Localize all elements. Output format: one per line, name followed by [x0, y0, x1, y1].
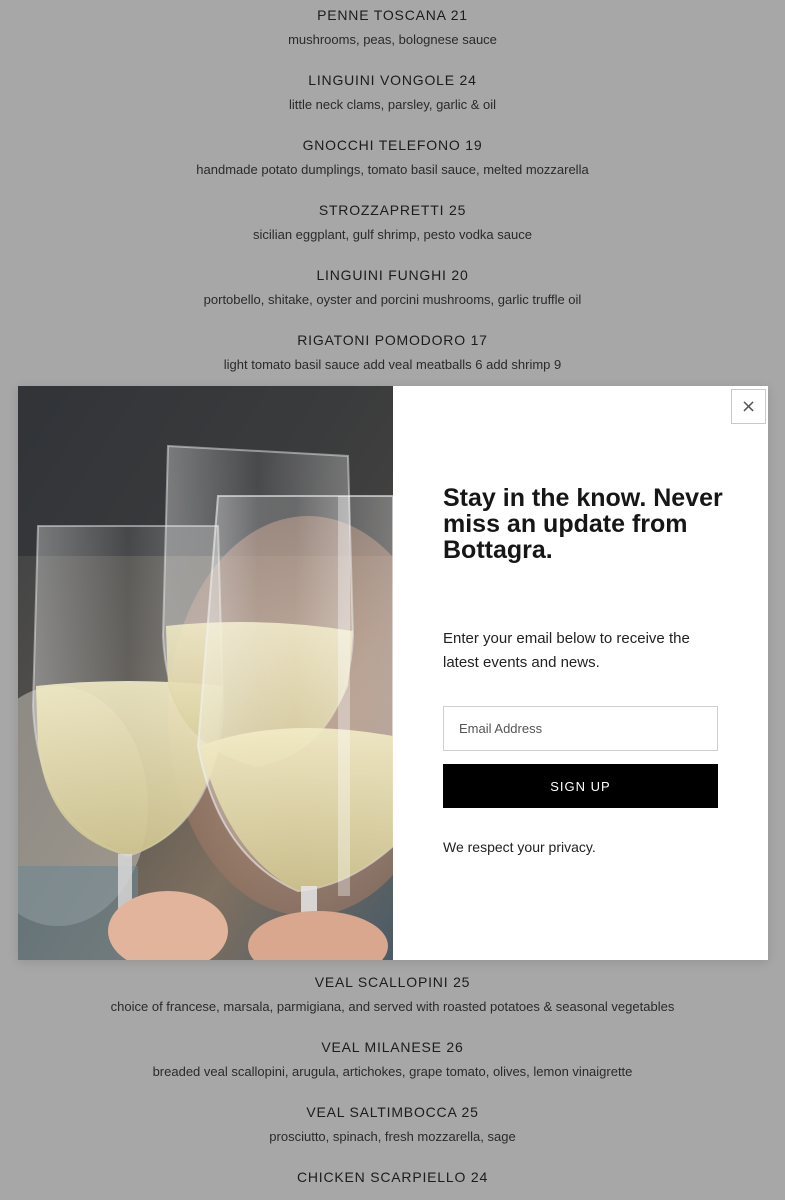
- dish-description: mushrooms, peas, bolognese sauce: [288, 32, 497, 47]
- dish-description: breaded veal scallopini, arugula, artich…: [152, 1064, 633, 1079]
- menu-item-linguini-vongole: LINGUINI VONGOLE 24 little neck clams, p…: [0, 71, 785, 114]
- popup-heading: Stay in the know. Never miss an update f…: [443, 484, 723, 564]
- close-button[interactable]: ×: [731, 389, 766, 424]
- dish-title: STROZZAPRETTI 25: [318, 202, 467, 218]
- dish-description: sicilian eggplant, gulf shrimp, pesto vo…: [253, 227, 532, 242]
- newsletter-popup: × Stay in the know. Never miss an update…: [18, 386, 768, 960]
- dish-title: PENNE TOSCANA 21: [317, 7, 468, 23]
- dish-title: GNOCCHI TELEFONO 19: [302, 137, 483, 153]
- dish-title: CHICKEN SCARPIELLO 24: [296, 1169, 489, 1185]
- popup-description: Enter your email below to receive the la…: [443, 630, 690, 671]
- dish-title: RIGATONI POMODORO 17: [297, 332, 488, 348]
- dish-title: VEAL SCALLOPINI 25: [314, 974, 471, 990]
- menu-item-veal-scallopini: VEAL SCALLOPINI 25 choice of francese, m…: [0, 973, 785, 1016]
- dish-description: light tomato basil sauce add veal meatba…: [223, 357, 562, 372]
- dish-title: VEAL MILANESE 26: [321, 1039, 464, 1055]
- menu-item-chicken-scarpiello: CHICKEN SCARPIELLO 24: [0, 1168, 785, 1193]
- dish-title: LINGUINI FUNGHI 20: [316, 267, 469, 283]
- dish-description: little neck clams, parsley, garlic & oil: [288, 97, 497, 112]
- dish-description: portobello, shitake, oyster and porcini …: [203, 292, 582, 307]
- menu-item-gnocchi-telefono: GNOCCHI TELEFONO 19 handmade potato dump…: [0, 136, 785, 179]
- menu-item-veal-milanese: VEAL MILANESE 26 breaded veal scallopini…: [0, 1038, 785, 1081]
- privacy-note: We respect your privacy.: [443, 839, 596, 855]
- menu-item-penne-toscana: PENNE TOSCANA 21 mushrooms, peas, bologn…: [0, 6, 785, 49]
- sign-up-button[interactable]: SIGN UP: [443, 764, 718, 808]
- menu-item-strozzapretti: STROZZAPRETTI 25 sicilian eggplant, gulf…: [0, 201, 785, 244]
- email-field[interactable]: [443, 706, 718, 751]
- menu-item-veal-saltimbocca: VEAL SALTIMBOCCA 25 prosciutto, spinach,…: [0, 1103, 785, 1146]
- menu-item-rigatoni-pomodoro: RIGATONI POMODORO 17 light tomato basil …: [0, 331, 785, 374]
- dish-description: prosciutto, spinach, fresh mozzarella, s…: [269, 1129, 516, 1144]
- dish-title: VEAL SALTIMBOCCA 25: [306, 1104, 479, 1120]
- dish-description: handmade potato dumplings, tomato basil …: [196, 162, 589, 177]
- dish-description: choice of francese, marsala, parmigiana,…: [110, 999, 675, 1014]
- close-icon: ×: [740, 396, 757, 417]
- dish-title: LINGUINI VONGOLE 24: [308, 72, 477, 88]
- wine-glasses-toast-photo: [18, 386, 393, 960]
- menu-item-linguini-funghi: LINGUINI FUNGHI 20 portobello, shitake, …: [0, 266, 785, 309]
